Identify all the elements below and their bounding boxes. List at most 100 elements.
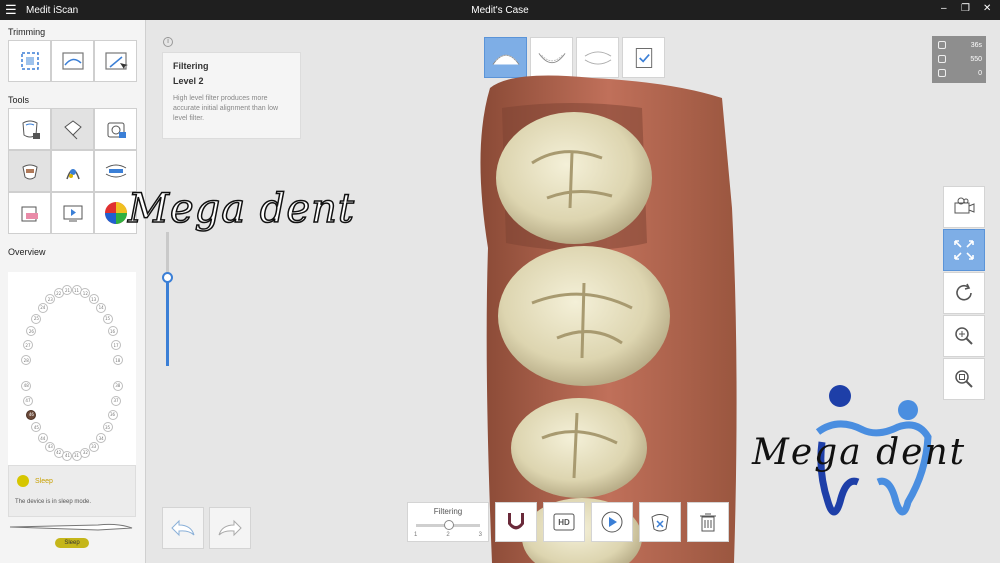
redo-button[interactable] (209, 507, 251, 549)
filter-title: Filtering (173, 61, 209, 71)
overview-label: Overview (8, 247, 46, 257)
tooth-lock-icon (21, 120, 40, 139)
tooth-41[interactable]: 41 (62, 450, 73, 461)
rotate-icon (956, 283, 972, 301)
ai-filter-button[interactable] (639, 502, 681, 542)
rescan-icon (938, 69, 946, 77)
trim-select-button[interactable] (94, 40, 137, 82)
camera-icon (954, 197, 975, 214)
tooth-15[interactable]: 15 (102, 313, 113, 324)
hd-button[interactable]: HD (543, 502, 585, 542)
hd-icon: HD (553, 513, 575, 531)
tooth-section-button[interactable] (8, 192, 51, 234)
slider-knob[interactable] (162, 272, 173, 283)
filter-level-slider[interactable] (162, 232, 173, 366)
zoom-fit-button[interactable] (943, 358, 985, 400)
tooth-46[interactable]: 46 (26, 409, 37, 420)
scan-time: 36s (970, 42, 982, 49)
rescan-count: 0 (978, 70, 982, 77)
eraser-button[interactable] (51, 108, 94, 150)
fit-screen-icon (954, 240, 974, 260)
tooth-24[interactable]: 24 (37, 302, 48, 313)
scanner-icon (9, 523, 133, 531)
play-scan-button[interactable] (591, 502, 633, 542)
tooth-37[interactable]: 37 (111, 395, 122, 406)
tooth-36[interactable]: 36 (107, 409, 118, 420)
redo-arrow-icon (218, 519, 242, 537)
tooth-45[interactable]: 45 (31, 422, 42, 433)
filter-ticks: 1 2 3 (414, 532, 482, 538)
zoom-icon (955, 327, 973, 345)
tooth-44[interactable]: 44 (37, 433, 48, 444)
moon-icon (17, 475, 29, 487)
tooth-13[interactable]: 13 (88, 294, 99, 305)
rotate-button[interactable] (943, 272, 985, 314)
tooth-color-button[interactable] (8, 150, 51, 192)
tooth-lock-button[interactable] (8, 108, 51, 150)
trimming-label: Trimming (8, 27, 46, 37)
tooth-26[interactable]: 26 (26, 326, 37, 337)
info-icon[interactable]: i (163, 37, 173, 47)
tooth-overview-chart: 28 27 26 25 24 23 22 21 11 12 13 14 15 16 17 18 48 47 46 45… (8, 272, 136, 477)
fit-screen-button[interactable] (943, 229, 985, 271)
tooth-16[interactable]: 16 (107, 326, 118, 337)
trim-lasso-icon (61, 52, 84, 70)
tooth-25[interactable]: 25 (31, 313, 42, 324)
tooth-23[interactable]: 23 (45, 294, 56, 305)
scan-stats-panel: 36s 550 0 (932, 36, 986, 83)
camera-settings-button[interactable] (94, 108, 137, 150)
tooth-marker-icon (65, 169, 80, 180)
tooth-48[interactable]: 48 (21, 380, 32, 391)
tooth-38[interactable]: 38 (112, 380, 123, 391)
undo-button[interactable] (162, 507, 204, 549)
zoom-button[interactable] (943, 315, 985, 357)
delete-button[interactable] (687, 502, 729, 542)
close-button[interactable]: ✕ (983, 3, 991, 14)
frames-icon (938, 55, 946, 63)
trim-select-icon (104, 52, 128, 70)
tooth-14[interactable]: 14 (96, 302, 107, 313)
trim-box-icon (20, 52, 39, 70)
sleep-title: Sleep (35, 478, 53, 485)
timer-icon (938, 41, 946, 49)
tooth-17[interactable]: 17 (111, 340, 122, 351)
maximize-button[interactable]: ❐ (961, 3, 970, 14)
filter-knob[interactable] (444, 520, 454, 530)
filter-slider-label: Filtering (433, 507, 463, 516)
camera-view-button[interactable] (943, 186, 985, 228)
color-wheel-icon (104, 202, 127, 224)
trim-lasso-button[interactable] (51, 40, 94, 82)
tooth-27[interactable]: 27 (22, 340, 33, 351)
case-title: Medit's Case (471, 5, 529, 16)
tooth-21[interactable]: 21 (62, 285, 73, 296)
filter-level: Level 2 (173, 76, 204, 86)
minimize-button[interactable]: – (941, 3, 947, 14)
filter-tick: 1 (414, 532, 418, 538)
bite-align-icon (105, 164, 126, 178)
scan-model-view[interactable] (472, 68, 742, 563)
tooth-marker-button[interactable] (51, 150, 94, 192)
trash-icon (700, 513, 716, 532)
video-button[interactable] (51, 192, 94, 234)
tooth-35[interactable]: 35 (102, 422, 113, 433)
view-tools (943, 186, 985, 401)
tooth-47[interactable]: 47 (22, 395, 33, 406)
tooth-33[interactable]: 33 (88, 441, 99, 452)
trimming-tools (8, 40, 137, 82)
scanner-tip-icon (508, 513, 524, 530)
checklist-icon (635, 47, 652, 68)
scan-tip-button[interactable] (495, 502, 537, 542)
undo-arrow-icon (171, 519, 195, 537)
filter-tick: 2 (446, 532, 450, 538)
sleep-button[interactable]: Sleep (55, 538, 89, 548)
play-icon (601, 511, 623, 533)
tooth-28[interactable]: 28 (21, 355, 32, 366)
tooth-18[interactable]: 18 (112, 355, 123, 366)
tooth-34[interactable]: 34 (96, 433, 107, 444)
camera-settings-icon (107, 122, 126, 138)
tooth-sparkle-icon (651, 514, 669, 532)
trim-box-button[interactable] (8, 40, 51, 82)
filter-tick: 3 (478, 532, 482, 538)
filter-slider-control[interactable]: Filtering 1 2 3 (407, 502, 489, 542)
watermark-text-top: Mega dent (127, 185, 355, 233)
